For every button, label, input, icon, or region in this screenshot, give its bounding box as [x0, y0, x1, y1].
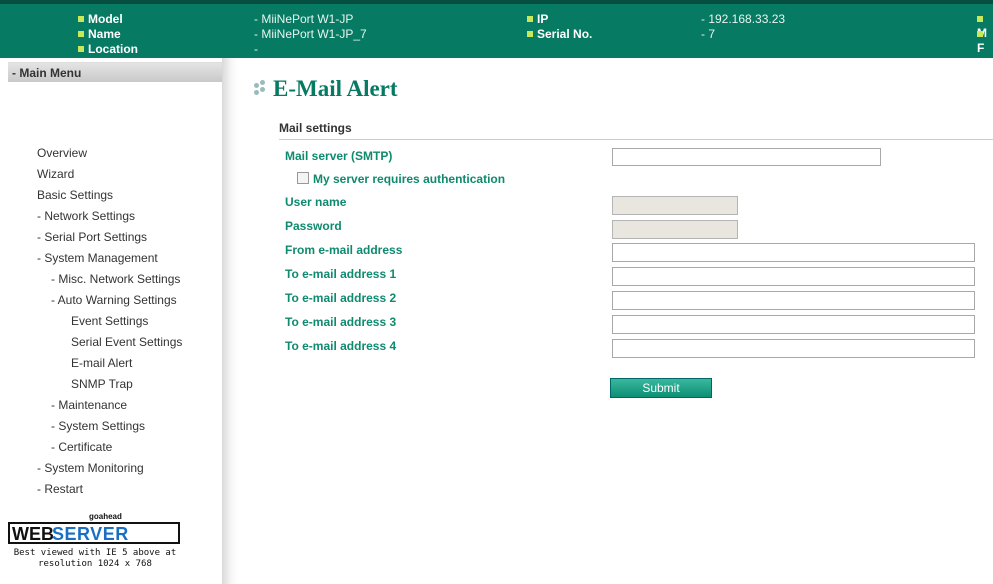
to-email-2-input[interactable] [612, 291, 975, 310]
menu-item-restart[interactable]: - Restart [37, 482, 83, 496]
menu-item-system-monitoring[interactable]: - System Monitoring [37, 461, 144, 475]
menu-item-snmp-trap[interactable]: SNMP Trap [71, 377, 133, 391]
password-input[interactable] [612, 220, 738, 239]
menu-item-maintenance[interactable]: - Maintenance [51, 398, 127, 412]
to-email-4-label: To e-mail address 4 [285, 339, 397, 353]
menu-item-auto-warning-settings[interactable]: - Auto Warning Settings [51, 293, 177, 307]
to-email-2-label: To e-mail address 2 [285, 291, 397, 305]
logo-server-text: SERVER [52, 524, 129, 544]
auth-checkbox-label[interactable]: My server requires authentication [313, 172, 505, 186]
serial-value: - 7 [701, 27, 716, 41]
auth-checkbox[interactable] [297, 172, 309, 184]
location-label: Location [78, 42, 138, 56]
ip-value: - 192.168.33.23 [701, 12, 786, 26]
model-value: - MiiNePort W1-JP [254, 12, 354, 26]
from-email-label: From e-mail address [285, 243, 403, 257]
goahead-text: goahead [89, 512, 122, 521]
sidebar-shadow [222, 58, 238, 584]
menu-item-serial-event-settings[interactable]: Serial Event Settings [71, 335, 182, 349]
menu-item-event-settings[interactable]: Event Settings [71, 314, 148, 328]
page-title: E-Mail Alert [273, 76, 398, 101]
menu-item-network-settings[interactable]: - Network Settings [37, 209, 135, 223]
section-header-mail-settings: Mail settings [279, 116, 993, 140]
password-label: Password [285, 219, 342, 233]
menu-item-overview[interactable]: Overview [37, 146, 87, 160]
smtp-server-input[interactable] [612, 148, 881, 166]
menu-item-wizard[interactable]: Wizard [37, 167, 74, 181]
to-email-3-input[interactable] [612, 315, 975, 334]
bullet-icon [78, 31, 84, 37]
model-label: Model [78, 12, 123, 26]
title-dots-icon [253, 80, 271, 98]
name-value: - MiiNePort W1-JP_7 [254, 27, 367, 41]
to-email-4-input[interactable] [612, 339, 975, 358]
menu-item-email-alert[interactable]: E-mail Alert [71, 356, 132, 370]
submit-button[interactable]: Submit [610, 378, 712, 398]
menu-item-basic-settings[interactable]: Basic Settings [37, 188, 113, 202]
bullet-icon [977, 31, 983, 37]
bullet-icon [527, 31, 533, 37]
to-email-3-label: To e-mail address 3 [285, 315, 397, 329]
browser-recommendation: Best viewed with IE 5 above at resolutio… [2, 548, 188, 570]
user-name-input[interactable] [612, 196, 738, 215]
header-label-truncated-2: F [977, 27, 993, 55]
device-info-header: Model - MiiNePort W1-JP IP - 192.168.33.… [0, 0, 993, 58]
bullet-icon [78, 46, 84, 52]
from-email-input[interactable] [612, 243, 975, 262]
browser-note-line1: Best viewed with IE 5 above at [13, 548, 177, 558]
to-email-1-input[interactable] [612, 267, 975, 286]
name-label: Name [78, 27, 121, 41]
menu-item-system-settings[interactable]: - System Settings [51, 419, 145, 433]
ip-label: IP [527, 12, 548, 26]
main-menu-header[interactable]: - Main Menu [8, 62, 222, 82]
smtp-label: Mail server (SMTP) [285, 149, 393, 163]
browser-note-line2: resolution 1024 x 768 [38, 559, 152, 569]
user-name-label: User name [285, 195, 347, 209]
bullet-icon [78, 16, 84, 22]
serial-label: Serial No. [527, 27, 592, 41]
menu-item-serial-port-settings[interactable]: - Serial Port Settings [37, 230, 147, 244]
bullet-icon [977, 16, 983, 22]
menu-item-system-management[interactable]: - System Management [37, 251, 158, 265]
logo-web-text: WEB [12, 524, 54, 544]
webserver-badge: WEB SERVER [8, 522, 180, 544]
location-value: - [254, 42, 258, 56]
bullet-icon [527, 16, 533, 22]
menu-item-certificate[interactable]: - Certificate [51, 440, 112, 454]
menu-item-misc-network-settings[interactable]: - Misc. Network Settings [51, 272, 180, 286]
to-email-1-label: To e-mail address 1 [285, 267, 397, 281]
